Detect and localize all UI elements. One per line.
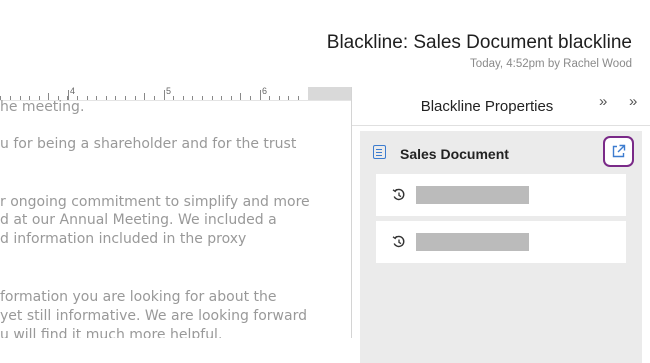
open-external-icon [612,144,626,158]
document-line: yet still informative. We are looking fo… [0,308,307,324]
history-icon [392,188,405,201]
document-line: u for being a shareholder and for the tr… [0,136,297,152]
version-row[interactable] [376,174,626,216]
ruler-label-6: 6 [262,87,268,96]
version-row[interactable] [376,221,626,263]
collapse-panel-button[interactable]: » [599,93,607,110]
document-card: Sales Document [360,131,642,363]
document-line: r ongoing commitment to simplify and mor… [0,194,310,210]
ruler-label-4: 4 [70,87,76,96]
document-line: formation you are looking for about the [0,289,277,305]
panel-header: Blackline Properties » » [352,87,650,126]
ruler-margin [308,87,351,100]
blackline-properties-panel: Blackline Properties » » Sales Document [352,87,650,363]
document-line: u will find it much more helpful. [0,327,223,338]
version-placeholder [416,186,529,204]
document-icon [373,145,386,159]
panel-title: Blackline Properties [420,98,554,115]
document-line: d information included in the proxy [0,231,247,247]
document-view[interactable]: 4 5 6 he meeting. u for being a sharehol… [0,87,351,338]
page-subtitle: Today, 4:52pm by Rachel Wood [470,58,632,70]
history-icon [392,235,405,248]
document-name: Sales Document [400,146,509,162]
version-placeholder [416,233,529,251]
document-line: d at our Annual Meeting. We included a [0,212,277,228]
open-document-button[interactable] [603,136,634,167]
page-title: Blackline: Sales Document blackline [326,32,632,53]
ruler-label-5: 5 [166,87,172,96]
collapse-sidebar-button[interactable]: » [629,93,637,110]
document-line: he meeting. [0,99,85,115]
